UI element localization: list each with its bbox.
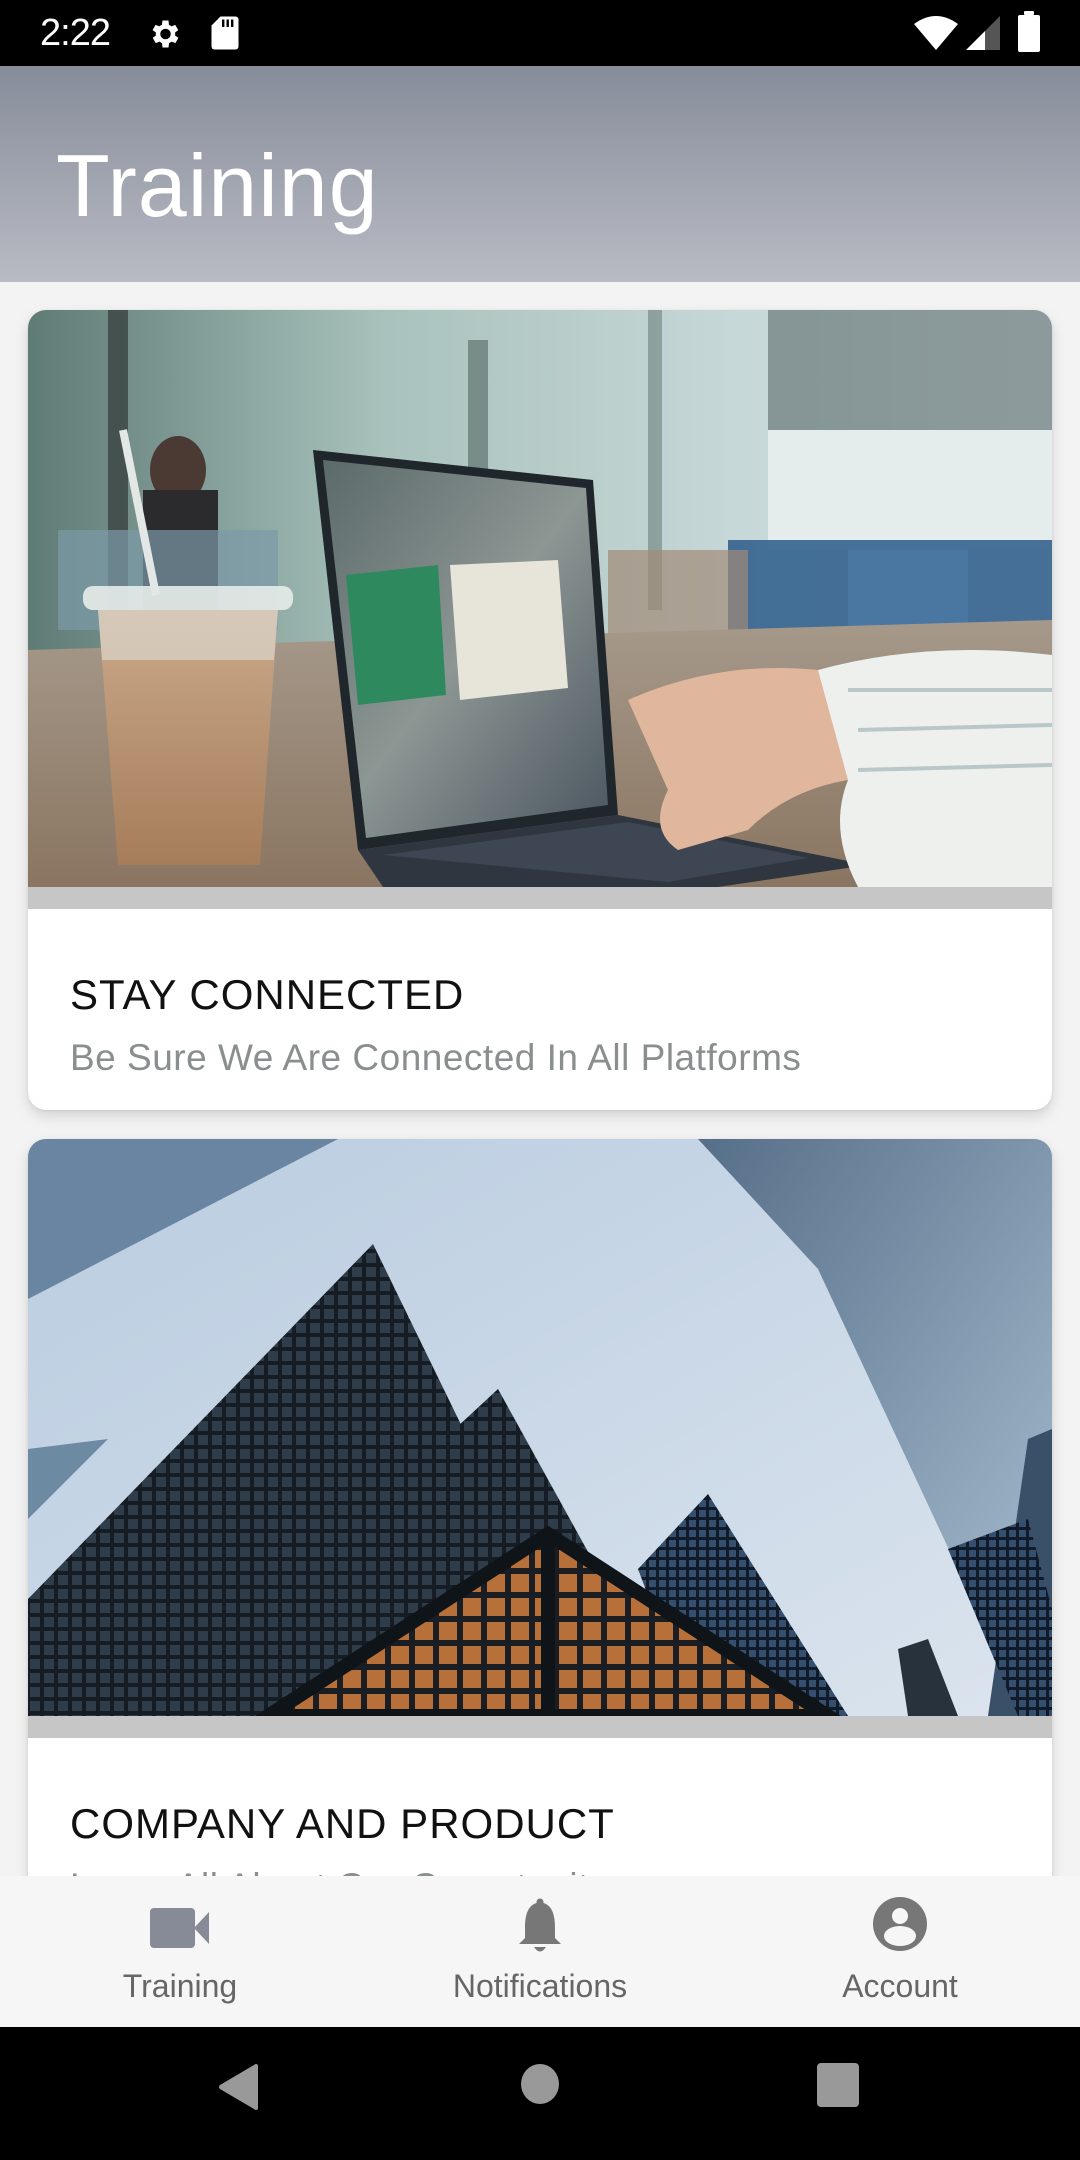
back-icon[interactable]	[218, 2063, 262, 2111]
card-divider-band	[28, 1716, 1052, 1738]
laptop-cafe-photo	[28, 310, 1052, 887]
bottom-navigation: Training Notifications Account	[0, 1876, 1080, 2027]
nav-tab-notifications[interactable]: Notifications	[360, 1876, 720, 2027]
card-subtitle: Learn All About Our Opportunity	[70, 1865, 608, 1876]
account-circle-icon	[873, 1897, 927, 1951]
app-header: Training	[0, 66, 1080, 282]
signal-icon	[966, 16, 1000, 50]
video-camera-icon	[150, 1908, 209, 1948]
training-card-company-and-product[interactable]: COMPANY AND PRODUCT Learn All About Our …	[28, 1139, 1052, 1876]
card-title: COMPANY AND PRODUCT	[70, 1800, 615, 1847]
card-divider-band	[28, 887, 1052, 909]
nav-tab-training[interactable]: Training	[0, 1876, 360, 2027]
nav-label: Training	[122, 1968, 238, 2004]
skyscrapers-photo	[28, 1139, 1052, 1716]
wifi-icon	[914, 16, 958, 50]
status-bar: 2:22	[0, 0, 1080, 66]
card-title: STAY CONNECTED	[70, 971, 465, 1018]
sd-card-icon	[211, 16, 239, 50]
training-card-stay-connected[interactable]: STAY CONNECTED Be Sure We Are Connected …	[28, 310, 1052, 1110]
recents-icon[interactable]	[817, 2063, 859, 2107]
bell-icon	[519, 1898, 561, 1952]
status-time: 2:22	[40, 12, 111, 54]
nav-label: Notifications	[452, 1968, 628, 2004]
nav-tab-account[interactable]: Account	[720, 1876, 1080, 2027]
card-image-skyscrapers	[28, 1139, 1052, 1716]
page-title: Training	[56, 136, 379, 235]
nav-label: Account	[842, 1968, 958, 2004]
battery-icon	[1018, 11, 1040, 52]
card-image-laptop-cafe	[28, 310, 1052, 887]
gear-icon	[152, 20, 179, 48]
card-subtitle: Be Sure We Are Connected In All Platform…	[70, 1037, 802, 1078]
training-list[interactable]: STAY CONNECTED Be Sure We Are Connected …	[0, 282, 1080, 1876]
system-navigation-bar	[0, 2027, 1080, 2160]
home-icon[interactable]	[520, 2063, 560, 2105]
